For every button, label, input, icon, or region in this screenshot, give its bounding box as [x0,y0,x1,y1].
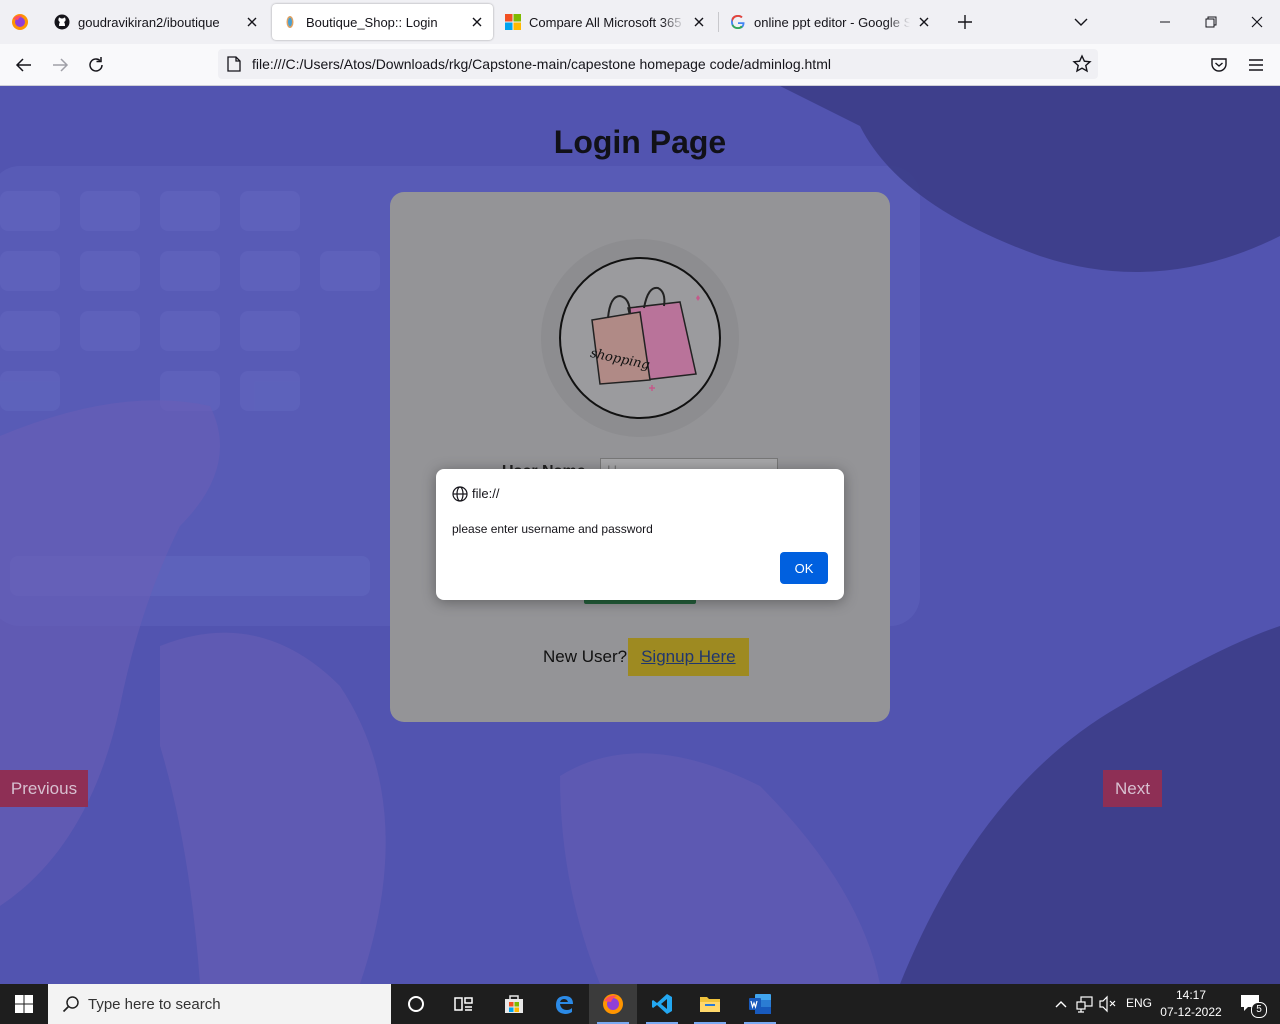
minimize-button[interactable] [1153,10,1177,34]
google-icon [731,15,745,29]
taskbar-search-box[interactable]: Type here to search [48,984,391,1024]
pocket-icon [1211,58,1227,72]
tab-title: goudravikiran2/iboutique [78,14,220,30]
task-view-button[interactable] [440,984,488,1024]
forward-arrow-icon [53,58,69,72]
search-placeholder: Type here to search [88,996,221,1013]
clock-time[interactable]: 14:17 [1162,988,1220,1002]
back-arrow-icon [15,58,31,72]
next-button[interactable]: Next [1103,770,1162,807]
ok-button[interactable]: OK [780,552,828,584]
tab-github[interactable]: goudravikiran2/iboutique [50,4,268,40]
hamburger-menu-icon [1249,59,1263,71]
microsoft-icon [505,14,521,30]
tab-title: Boutique_Shop:: Login [306,14,438,30]
alert-dialog: file:// please enter username and passwo… [436,469,844,600]
close-tab-icon[interactable] [691,14,707,30]
boutique-favicon [286,16,294,28]
address-bar[interactable]: file:///C:/Users/Atos/Downloads/rkg/Caps… [218,49,1098,79]
start-button[interactable] [0,984,48,1024]
close-tab-icon[interactable] [244,14,260,30]
close-tab-icon[interactable] [469,14,485,30]
cortana-circle-icon [408,996,424,1012]
edge-icon [556,996,573,1014]
firefox-icon [603,994,623,1014]
new-tab-icon[interactable] [955,12,975,32]
windows-logo-icon [15,995,33,1013]
tab-title: online ppt editor - Google Search [754,14,910,30]
close-window-button[interactable] [1245,10,1269,34]
page-icon [227,56,241,72]
pocket-button[interactable] [1208,54,1230,76]
back-button[interactable] [13,54,35,76]
url-text[interactable]: file:///C:/Users/Atos/Downloads/rkg/Caps… [252,56,831,72]
tab-microsoft[interactable]: Compare All Microsoft 365 Plans [497,4,715,40]
tab-separator [718,12,719,32]
search-icon [62,996,79,1013]
windows-taskbar: Type here to search ENG 14:17 07-12-2022… [0,984,1280,1024]
signup-button[interactable]: Signup Here [628,638,749,676]
notification-center-button[interactable]: 5 [1232,984,1278,1024]
volume-muted-icon[interactable] [1099,995,1117,1013]
chevron-down-icon[interactable] [1071,12,1091,32]
file-explorer-app[interactable] [686,984,734,1024]
vscode-app[interactable] [638,984,686,1024]
cortana-button[interactable] [392,984,440,1024]
notification-count: 5 [1251,1002,1267,1018]
word-app[interactable] [736,984,784,1024]
tab-title: Compare All Microsoft 365 Plans [529,14,685,30]
word-icon [749,994,771,1014]
navigation-toolbar: file:///C:/Users/Atos/Downloads/rkg/Caps… [0,44,1280,86]
globe-icon [452,486,468,502]
task-view-icon [454,997,473,1011]
previous-button[interactable]: Previous [0,770,88,807]
new-user-row: New User? Signup Here [543,638,749,676]
page-title: Login Page [553,124,727,160]
app-menu-button[interactable] [1245,54,1267,76]
bookmark-star-icon[interactable] [1072,54,1092,74]
new-user-text: New User? [543,647,628,666]
dialog-message: please enter username and password [452,522,653,536]
tab-strip: goudravikiran2/iboutique Boutique_Shop::… [0,0,1280,44]
vscode-icon [652,994,672,1014]
firefox-app[interactable] [589,984,637,1024]
edge-app[interactable] [540,984,588,1024]
firefox-menu-icon[interactable] [10,12,30,32]
folder-icon [700,997,720,1012]
chevron-up-icon[interactable] [1054,997,1068,1011]
dialog-origin: file:// [472,486,500,501]
tab-boutique-login[interactable]: Boutique_Shop:: Login [272,4,493,40]
language-indicator[interactable]: ENG [1126,996,1152,1010]
reload-icon [89,57,103,72]
github-icon [54,14,70,30]
close-tab-icon[interactable] [916,14,932,30]
restore-button[interactable] [1199,10,1223,34]
shop-logo: shopping [540,238,740,438]
clock-date[interactable]: 07-12-2022 [1160,1005,1222,1019]
tab-google-search[interactable]: online ppt editor - Google Search [722,4,940,40]
store-bag-icon [505,995,523,1013]
network-icon[interactable] [1076,995,1094,1013]
login-card: shopping User Name New User? Signup Here [390,192,890,722]
reload-button[interactable] [85,54,107,76]
forward-button[interactable] [49,54,71,76]
store-app[interactable] [490,984,538,1024]
